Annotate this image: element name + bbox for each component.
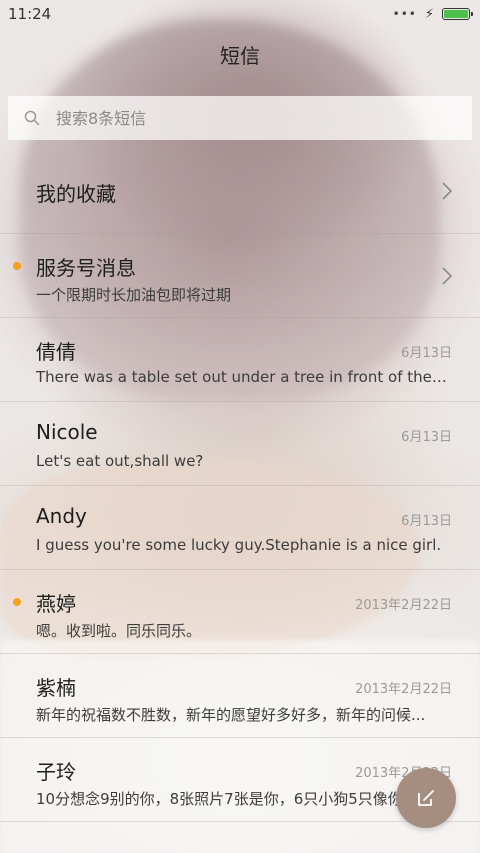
- search-icon: [24, 110, 40, 126]
- message-snippet: 一个限期时长加油包即将过期: [36, 286, 232, 304]
- message-date: 6月13日: [401, 514, 452, 529]
- message-date: 6月13日: [401, 346, 452, 361]
- more-dots-icon: •••: [392, 7, 417, 21]
- message-snippet: 嗯。收到啦。同乐同乐。: [36, 622, 202, 640]
- battery-level: [444, 10, 468, 18]
- contact-name: 子玲: [36, 760, 76, 784]
- conversation-row[interactable]: 服务号消息一个限期时长加油包即将过期: [0, 234, 480, 318]
- conversation-row[interactable]: 我的收藏: [0, 150, 480, 234]
- contact-name: Andy: [36, 504, 87, 528]
- search-bar[interactable]: [8, 96, 472, 140]
- contact-name: 燕婷: [36, 592, 76, 616]
- message-snippet: 10分想念9别的你，8张照片7张是你，6只小狗5只像你...: [36, 790, 418, 808]
- battery-icon: [442, 8, 473, 20]
- conversation-row[interactable]: 紫楠新年的祝福数不胜数，新年的愿望好多好多，新年的问候... 2013年2月22日: [0, 654, 480, 738]
- chevron-right-icon: [442, 267, 453, 285]
- message-date: 6月13日: [401, 430, 452, 445]
- message-snippet: I guess you're some lucky guy.Stephanie …: [36, 536, 442, 554]
- status-time: 11:24: [8, 5, 52, 23]
- conversation-row[interactable]: 燕婷嗯。收到啦。同乐同乐。 2013年2月22日: [0, 570, 480, 654]
- search-input[interactable]: [54, 107, 472, 129]
- contact-name: Nicole: [36, 420, 98, 444]
- message-snippet: Let's eat out,shall we?: [36, 452, 204, 470]
- contact-name: 紫楠: [36, 676, 76, 700]
- message-snippet: 新年的祝福数不胜数，新年的愿望好多好多，新年的问候...: [36, 706, 426, 724]
- message-date: 2013年2月22日: [355, 598, 452, 613]
- status-icons: ••• ⚡: [392, 6, 473, 22]
- status-bar: 11:24 ••• ⚡: [0, 0, 480, 28]
- message-snippet: There was a table set out under a tree i…: [36, 368, 450, 386]
- chevron-right-icon: [442, 182, 453, 200]
- conversation-row[interactable]: Andy I guess you're some lucky guy.Stepha…: [0, 486, 480, 570]
- unread-dot-icon: [13, 598, 21, 606]
- conversation-row[interactable]: 倩倩 There was a table set out under a tree…: [0, 318, 480, 402]
- conversation-row[interactable]: Nicole Let's eat out,shall we? 6月13日: [0, 402, 480, 486]
- unread-dot-icon: [13, 262, 21, 270]
- conversation-list: 我的收藏服务号消息一个限期时长加油包即将过期倩倩 There was a tabl…: [0, 150, 480, 822]
- contact-name: 我的收藏: [36, 182, 116, 206]
- page-title: 短信: [220, 44, 260, 68]
- compose-icon: [418, 790, 434, 806]
- contact-name: 倩倩: [36, 340, 76, 364]
- compose-button[interactable]: [396, 768, 456, 828]
- charging-icon: ⚡: [424, 6, 434, 22]
- message-date: 2013年2月22日: [355, 682, 452, 697]
- contact-name: 服务号消息: [36, 256, 136, 280]
